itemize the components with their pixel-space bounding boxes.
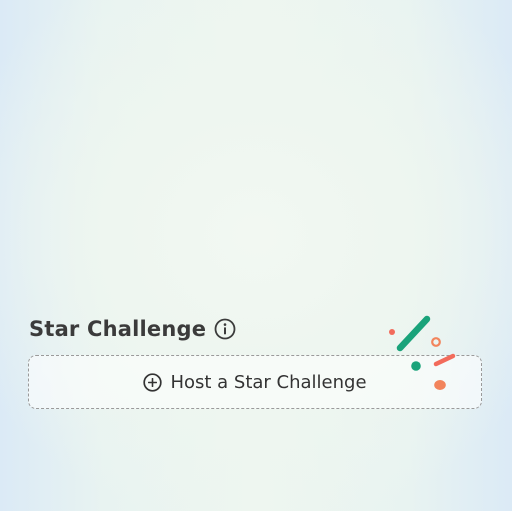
star-challenge-header: Star Challenge — [29, 314, 236, 344]
plus-circle-icon — [143, 372, 163, 392]
info-icon[interactable] — [214, 318, 236, 340]
star-challenge-section: Star Challenge Host a Star Challenge — [0, 0, 512, 511]
host-star-challenge-button[interactable]: Host a Star Challenge — [28, 355, 482, 409]
host-star-challenge-label: Host a Star Challenge — [170, 371, 367, 393]
star-challenge-title: Star Challenge — [29, 317, 207, 341]
